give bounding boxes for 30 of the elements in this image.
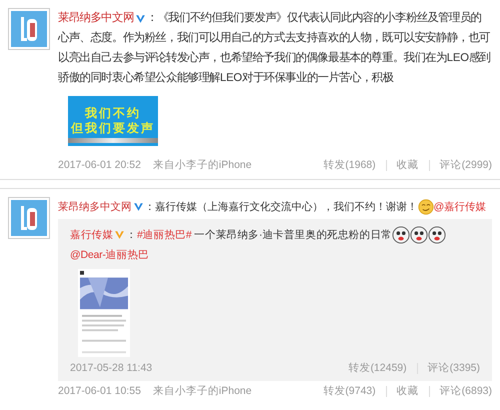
action-link[interactable]: 转发(12459) bbox=[348, 360, 407, 376]
emoji-icon bbox=[428, 226, 446, 244]
action-link[interactable]: 收藏 bbox=[396, 384, 419, 400]
banner-text: 但我们要发声 bbox=[71, 121, 155, 136]
author-link[interactable]: 莱昂纳多中文网 bbox=[58, 200, 132, 213]
post-text: 莱昂纳多中文网 ：嘉行传媒（上海嘉行文化交流中心），我们不约！谢谢！ @嘉行传媒 bbox=[58, 198, 487, 217]
post-source[interactable]: 来自小李子的iPhone bbox=[152, 158, 252, 174]
timestamp: 2017-06-01 20:52 bbox=[58, 158, 141, 173]
action-link[interactable]: 评论(2999) bbox=[440, 158, 492, 174]
action-link[interactable]: 收藏 bbox=[396, 158, 419, 174]
banner-text: 我们不约 bbox=[85, 106, 141, 121]
action-link[interactable]: 评论(6893) bbox=[440, 384, 492, 400]
action-link[interactable]: 转发(1968) bbox=[323, 158, 376, 174]
avatar[interactable] bbox=[8, 8, 50, 50]
timestamp: 2017-06-01 10:55 bbox=[58, 384, 141, 398]
emoji-icon bbox=[410, 226, 428, 244]
timestamp: 2017-05-28 11:43 bbox=[70, 360, 152, 376]
action-link[interactable]: 转发(9743) bbox=[323, 384, 376, 400]
mention-link[interactable]: @嘉行传媒 bbox=[434, 200, 486, 213]
mention-link[interactable]: @Dear-迪丽热巴 bbox=[70, 248, 149, 261]
avatar[interactable] bbox=[8, 196, 50, 239]
emoji-icon bbox=[418, 198, 434, 215]
hashtag-link[interactable]: #迪丽热巴# bbox=[137, 228, 192, 241]
action-link[interactable]: 评论(3395) bbox=[428, 360, 480, 376]
emoji-icon bbox=[392, 226, 410, 244]
author-link[interactable]: 莱昂纳多中文网 bbox=[58, 12, 134, 24]
post-text: 莱昂纳多中文网 ：《我们不约但我们要发声》仅代表认同此内容的小李粉丝及管理员的心声、态度。作为粉丝，我们可以用自己的方式去支持喜欢的人物，既可以安安静静，也可以亮出自己去参与评论转发心声，也希望给予我们的偶像最基本的尊重。我们在为LEO感到骄傲的同时衷心希望公众能够理解LEO对于环保事业的一片苦心，积极 bbox=[58, 10, 492, 86]
post-text: 嘉行传媒 ：#迪丽热巴# 一个莱昂纳多·迪卡普里奥的死忠粉的日常 @Dear-迪丽热巴 bbox=[70, 224, 480, 265]
post-source[interactable]: 来自小李子的iPhone bbox=[152, 384, 252, 400]
author-link[interactable]: 嘉行传媒 bbox=[70, 228, 114, 241]
